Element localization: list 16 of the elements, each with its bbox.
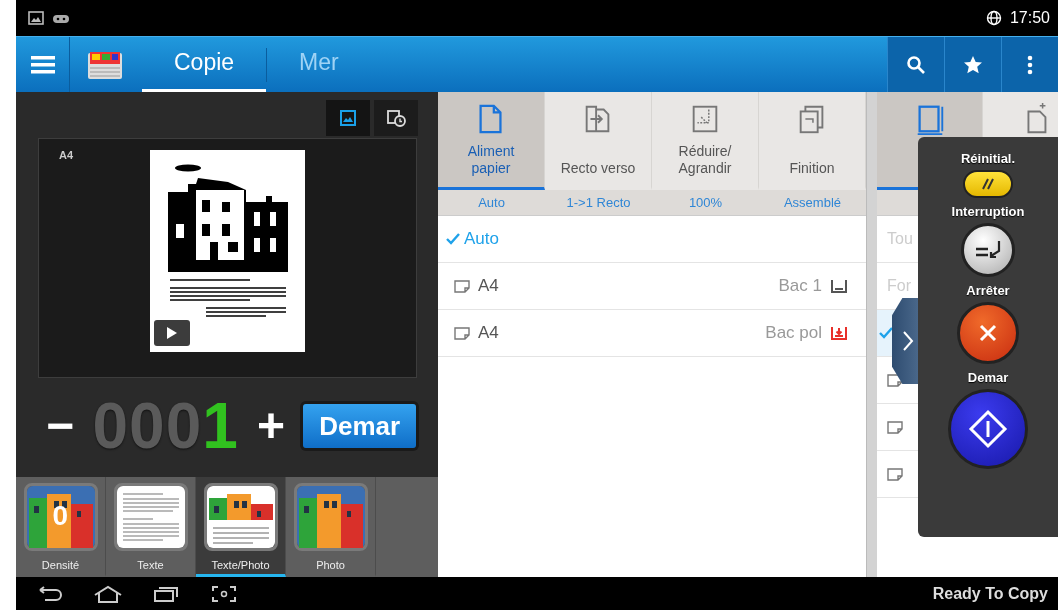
status-message: Ready To Copy <box>932 584 1048 603</box>
mode-label: Texte/Photo <box>211 559 270 571</box>
action-label: Demar <box>967 370 1009 385</box>
clock-time: 17:50 <box>1009 9 1050 27</box>
action-label: Interruption <box>951 204 1025 219</box>
action-label: Réinitial. <box>960 151 1016 166</box>
mode-label: Photo <box>316 559 345 571</box>
action-label: Arrêter <box>966 283 1010 298</box>
mode-label: Texte <box>137 559 164 571</box>
mode-label: Densité <box>41 559 80 571</box>
setting-value: 100% <box>687 195 724 210</box>
setting-value: Assemblé <box>782 195 843 210</box>
paper-size-label: A4 <box>59 149 74 161</box>
setting-value: Auto <box>477 195 506 210</box>
setting-value: 1->1 Recto <box>565 195 632 210</box>
density-value: 0 <box>52 500 69 532</box>
